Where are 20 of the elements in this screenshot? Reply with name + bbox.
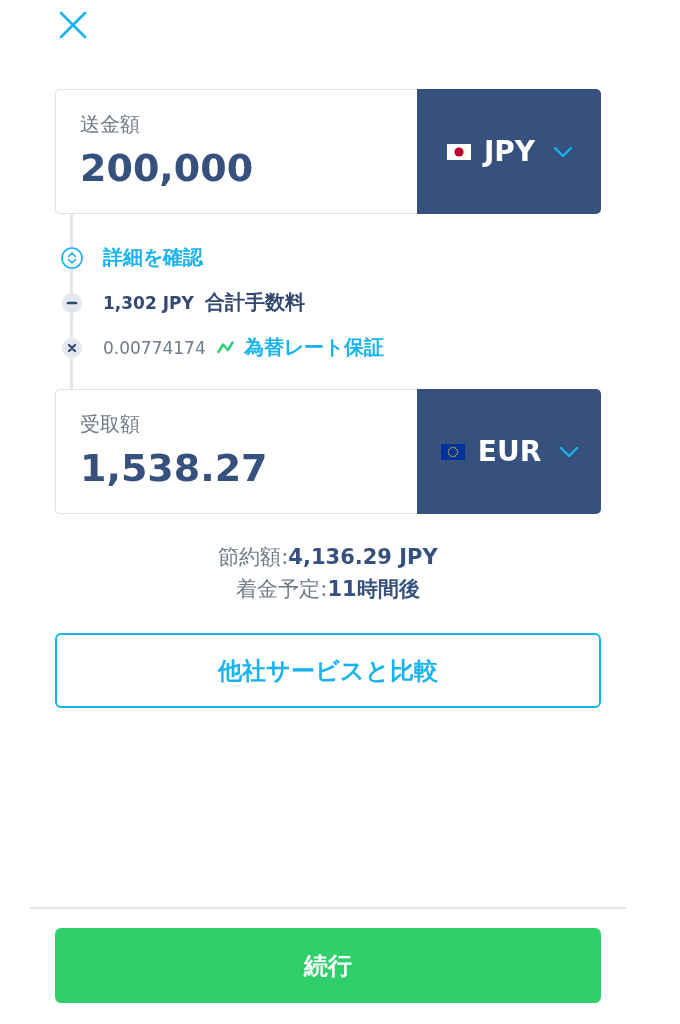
fee-amount: 1,302 JPY [103, 292, 194, 313]
currency-button[interactable]: JPY [417, 89, 601, 214]
amount-value: 1,538.27 [80, 446, 268, 490]
fee-label: 合計手数料 [204, 289, 305, 316]
chevron-down-icon [559, 445, 580, 458]
expand-collapse-icon[interactable] [61, 246, 83, 269]
eu-flag-icon [440, 443, 465, 460]
exchange-rate: 0.00774174 [103, 337, 206, 358]
currency-button[interactable]: EUR [417, 389, 601, 514]
summary-text: 節約額:4,136.29 JPY [217, 544, 439, 571]
close-icon[interactable] [59, 11, 87, 39]
amount-field[interactable]: 送金額 200,000 [55, 89, 417, 214]
amount-value: 200,000 [80, 146, 254, 190]
field-label: 受取額 [80, 412, 140, 436]
trend-line-icon [216, 341, 234, 354]
field-label: 送金額 [80, 112, 140, 136]
amount-field[interactable]: 受取額 1,538.27 [55, 389, 417, 514]
summary-text: 着金予定:11時間後 [235, 576, 421, 603]
chevron-down-icon [553, 145, 574, 158]
japan-flag-icon [446, 143, 471, 160]
